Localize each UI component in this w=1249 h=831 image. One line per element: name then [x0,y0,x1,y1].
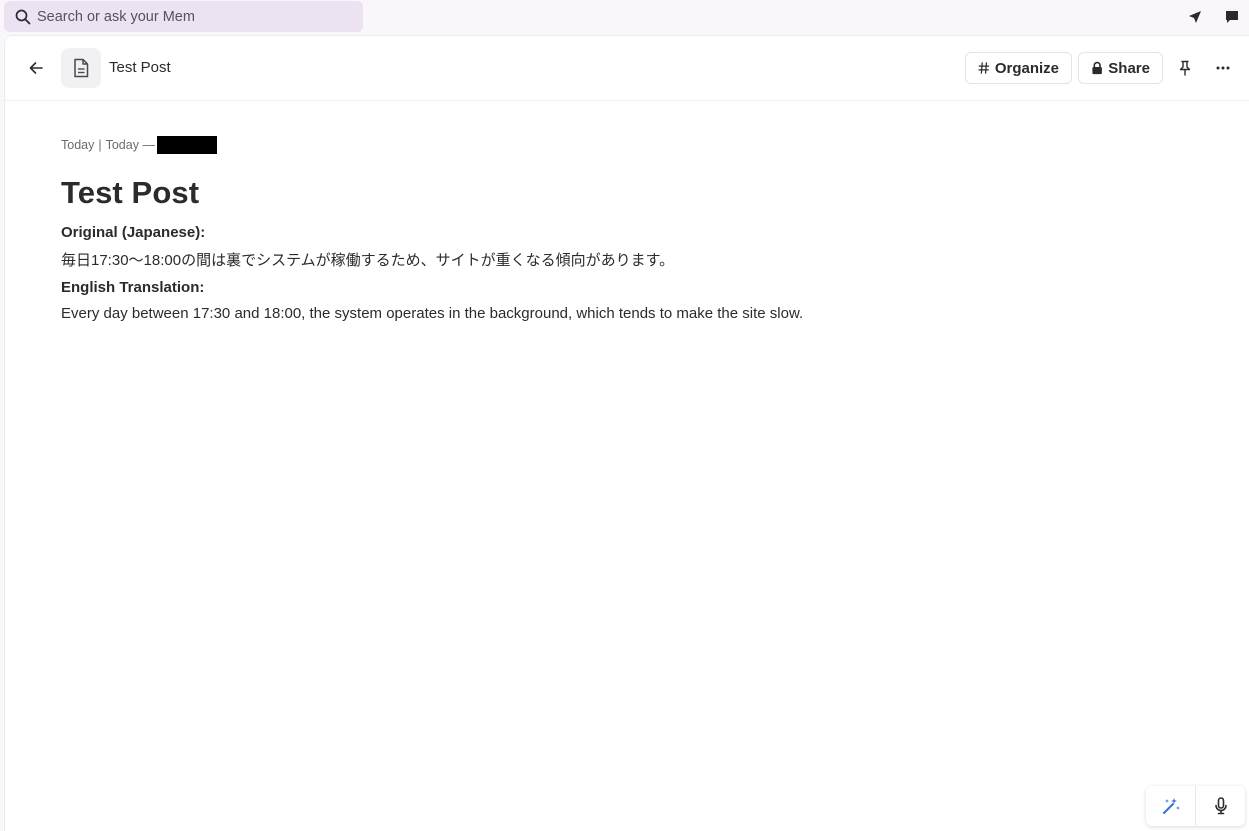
top-bar: Search or ask your Mem [0,0,1249,34]
back-arrow-icon [29,62,43,74]
organize-label: Organize [994,59,1059,77]
search-bar[interactable]: Search or ask your Mem [4,1,363,32]
navigate-arrow-icon[interactable] [1185,7,1205,27]
redacted-block [156,136,217,154]
pin-button[interactable] [1174,57,1196,79]
note-panel: Test Post Organize Share Today | Today —… [4,35,1249,831]
lock-icon [1092,61,1102,75]
share-button[interactable]: Share [1078,52,1163,84]
meta-updated: Today — [105,138,155,152]
search-placeholder: Search or ask your Mem [37,8,195,25]
back-button[interactable] [25,57,47,79]
share-label: Share [1108,59,1150,77]
note-header: Test Post Organize Share [5,36,1249,101]
document-badge [61,48,101,88]
note-title[interactable]: Test Post [61,175,1161,211]
original-heading: Original (Japanese): [61,224,206,241]
organize-button[interactable]: Organize [965,52,1072,84]
floating-action-bar [1146,786,1245,826]
document-icon [74,58,89,78]
magic-wand-icon [1162,798,1180,814]
voice-input-button[interactable] [1196,786,1245,826]
translation-text: Every day between 17:30 and 18:00, the s… [61,305,804,322]
note-content[interactable]: Today | Today — Test Post Original (Japa… [61,136,1161,322]
hash-icon [978,62,990,74]
more-icon [1216,66,1230,70]
original-text: 毎日17:30〜18:00の間は裏でシステムが稼働するため、サイトが重くなる傾向… [61,252,675,269]
search-icon [15,9,31,24]
pin-icon [1179,60,1191,76]
meta-created: Today [61,138,95,152]
more-options-button[interactable] [1212,57,1234,79]
translation-heading: English Translation: [61,279,205,296]
note-meta: Today | Today — [61,136,1161,154]
header-doc-title: Test Post [109,59,171,76]
chat-icon[interactable] [1222,7,1242,27]
ai-assist-button[interactable] [1146,786,1195,826]
microphone-icon [1214,797,1227,815]
meta-separator: | [98,138,102,152]
